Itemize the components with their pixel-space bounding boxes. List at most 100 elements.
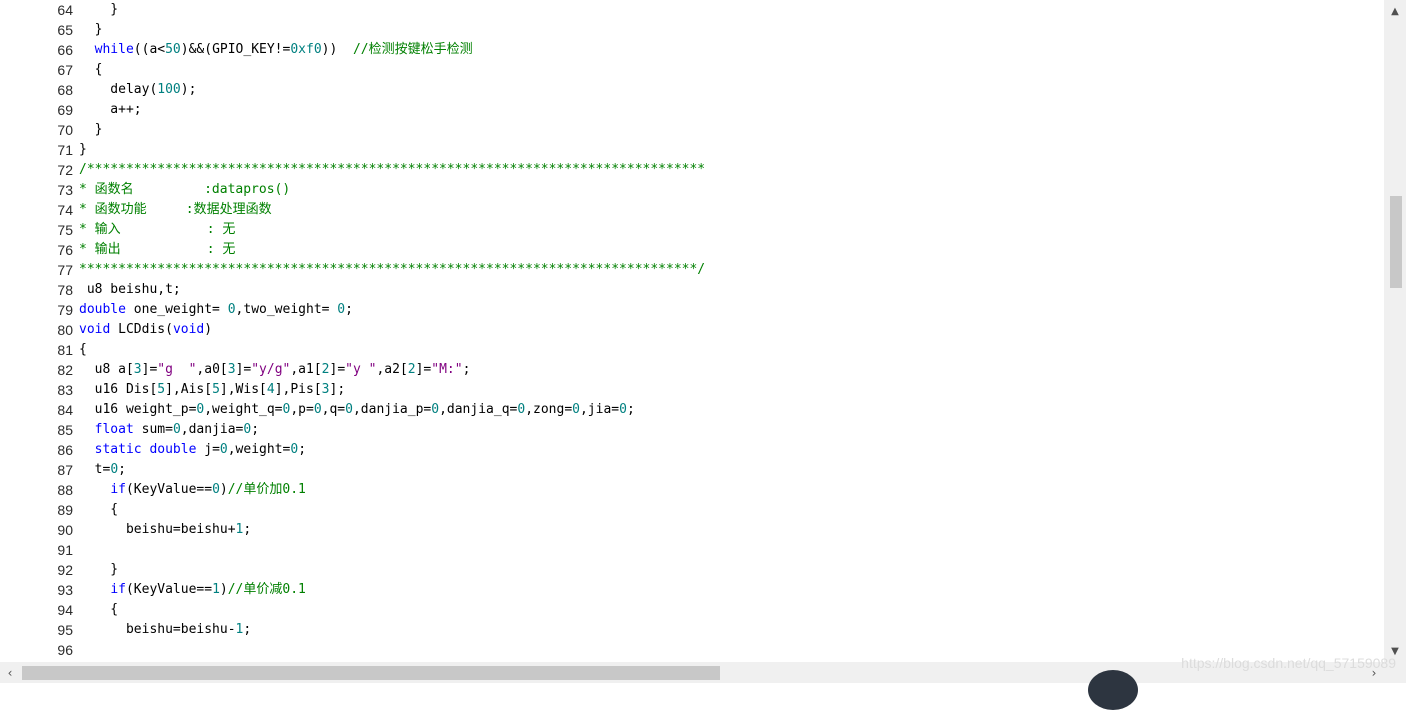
code-line[interactable]: 69 a++;	[0, 100, 1384, 120]
code-line[interactable]: 70 }	[0, 120, 1384, 140]
code-line[interactable]: 81 {	[0, 340, 1384, 360]
code-token: 0	[572, 402, 580, 417]
code-token: 0	[345, 402, 353, 417]
line-number: 76	[57, 242, 73, 258]
code-token: delay(	[79, 82, 158, 97]
code-token: 5	[157, 382, 166, 397]
code-line[interactable]: 92 }	[0, 560, 1384, 580]
code-line[interactable]: 67 {	[0, 60, 1384, 80]
code-line[interactable]: 90 beishu=beishu+1;	[0, 520, 1384, 540]
code-token: a++;	[79, 102, 142, 117]
code-line[interactable]: 74 * 函数功能 :数据处理函数	[0, 200, 1384, 220]
line-number: 74	[57, 202, 73, 218]
code-token: void	[79, 322, 111, 337]
code-token: 0	[619, 402, 627, 417]
code-token: ,weight=	[227, 442, 291, 457]
code-line[interactable]: 87 t=0;	[0, 460, 1384, 480]
line-number: 95	[57, 622, 73, 638]
code-line[interactable]: 91	[0, 540, 1384, 560]
code-token: ;	[251, 422, 260, 437]
code-text: delay(100);	[79, 80, 196, 100]
code-line[interactable]: 88 if(KeyValue==0)//单价加0.1	[0, 480, 1384, 500]
code-line[interactable]: 75 * 输入 : 无	[0, 220, 1384, 240]
line-number: 83	[57, 382, 73, 398]
code-line[interactable]: 71}	[0, 140, 1384, 160]
code-line[interactable]: 82 u8 a[3]="g ",a0[3]="y/g",a1[2]="y ",a…	[0, 360, 1384, 380]
code-token: ****************************************…	[79, 262, 706, 277]
code-line[interactable]: 80 void LCDdis(void)	[0, 320, 1384, 340]
code-line[interactable]: 85 float sum=0,danjia=0;	[0, 420, 1384, 440]
code-text: while((a<50)&&(GPIO_KEY!=0xf0)) //检测按键松手…	[79, 40, 473, 60]
code-line[interactable]: 89 {	[0, 500, 1384, 520]
code-text: }	[79, 560, 118, 580]
code-token: double	[79, 302, 126, 317]
line-number: 81	[57, 342, 73, 358]
code-line[interactable]: 84 u16 weight_p=0,weight_q=0,p=0,q=0,dan…	[0, 400, 1384, 420]
code-line[interactable]: 68 delay(100);	[0, 80, 1384, 100]
code-token: 0	[313, 402, 322, 417]
code-token: while	[94, 42, 134, 57]
code-token: void	[172, 322, 205, 337]
watermark: https://blog.csdn.net/qq_57159089	[1181, 655, 1396, 671]
code-token: ;	[118, 462, 126, 477]
code-text: u16 Dis[5],Ais[5],Wis[4],Pis[3];	[79, 380, 346, 400]
code-token: if	[110, 482, 126, 497]
code-token: ;	[626, 402, 635, 417]
code-token: * 输出 : 无	[79, 242, 236, 257]
horizontal-scroll-thumb[interactable]	[22, 666, 720, 680]
code-token: 0	[290, 442, 299, 457]
code-token: )&&(GPIO_KEY!=	[180, 42, 291, 57]
code-line[interactable]: 93 if(KeyValue==1)//单价减0.1	[0, 580, 1384, 600]
code-token: }	[79, 22, 103, 37]
code-token: 0	[219, 442, 228, 457]
code-line[interactable]: 66 while((a<50)&&(GPIO_KEY!=0xf0)) //检测按…	[0, 40, 1384, 60]
line-number: 67	[57, 62, 73, 78]
code-line[interactable]: 77 **************************************…	[0, 260, 1384, 280]
code-text: if(KeyValue==0)//单价加0.1	[79, 480, 306, 500]
code-token: 2	[407, 362, 416, 377]
code-token: ;	[243, 522, 252, 537]
code-line[interactable]: 95 beishu=beishu-1;	[0, 620, 1384, 640]
code-line[interactable]: 79 double one_weight= 0,two_weight= 0;	[0, 300, 1384, 320]
vertical-scrollbar[interactable]: ▲ ▼	[1384, 0, 1406, 662]
code-line[interactable]: 73 * 函数名 :datapros()	[0, 180, 1384, 200]
chevron-up-icon[interactable]: ▲	[1388, 6, 1402, 18]
code-token: 0	[172, 422, 181, 437]
code-token: 3	[227, 362, 236, 377]
code-text: }	[79, 0, 118, 20]
chevron-left-icon[interactable]: ‹	[3, 666, 17, 680]
code-token: ,zong=	[525, 402, 573, 417]
code-token: ((a<	[133, 42, 166, 57]
code-token: (KeyValue==	[125, 482, 213, 497]
vertical-scroll-thumb[interactable]	[1390, 196, 1402, 288]
code-token: ;	[462, 362, 471, 377]
code-line[interactable]: 78 u8 beishu,t;	[0, 280, 1384, 300]
line-number: 75	[57, 222, 73, 238]
code-line[interactable]: 94 {	[0, 600, 1384, 620]
code-line[interactable]: 72 /*************************************…	[0, 160, 1384, 180]
line-number: 89	[57, 502, 73, 518]
code-token: * 函数名 :datapros()	[79, 182, 291, 197]
line-number: 92	[57, 562, 73, 578]
code-line[interactable]: 83 u16 Dis[5],Ais[5],Wis[4],Pis[3];	[0, 380, 1384, 400]
code-text: /***************************************…	[79, 160, 705, 180]
code-token: ]=	[415, 362, 432, 377]
code-token: ],Wis[	[219, 382, 267, 397]
code-line[interactable]: 76 * 输出 : 无	[0, 240, 1384, 260]
code-text: * 函数功能 :数据处理函数	[79, 200, 272, 220]
code-line[interactable]: 65 }	[0, 20, 1384, 40]
code-text: u8 beishu,t;	[79, 280, 181, 300]
code-token: ,jia=	[579, 402, 620, 417]
code-token: 4	[266, 382, 275, 397]
code-token: }	[79, 562, 119, 577]
code-line[interactable]: 64 }	[0, 0, 1384, 20]
code-line[interactable]: 86 static double j=0,weight=0;	[0, 440, 1384, 460]
line-number: 64	[57, 2, 73, 18]
code-editor[interactable]: 64 } 65 } 66 while((a<50)&&(GPIO_KEY!=0xf0…	[0, 0, 1384, 662]
code-token: {	[79, 602, 119, 617]
floating-button[interactable]	[1088, 670, 1138, 710]
code-token: ]=	[329, 362, 346, 377]
code-line[interactable]: 96	[0, 640, 1384, 660]
